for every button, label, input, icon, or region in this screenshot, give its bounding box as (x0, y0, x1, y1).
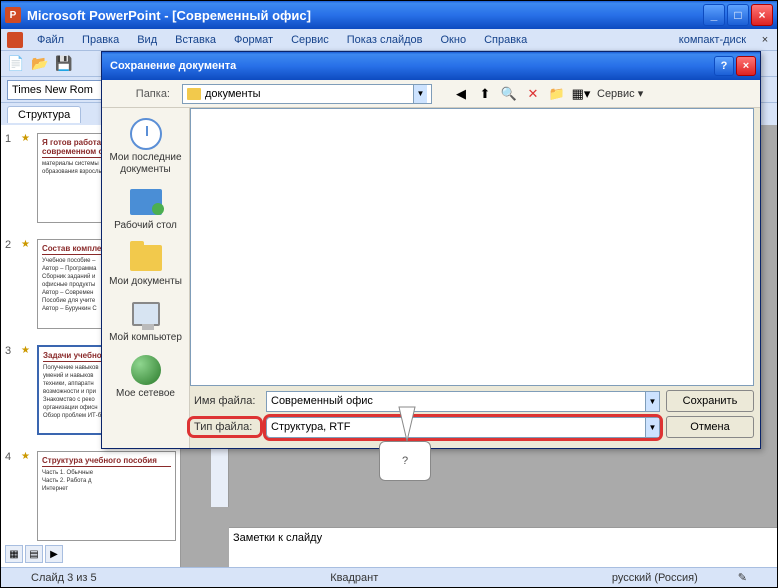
places-bar: Мои последние документы Рабочий стол Мои… (102, 108, 190, 448)
menu-bar: Файл Правка Вид Вставка Формат Сервис По… (1, 29, 777, 51)
document-icon (7, 32, 23, 48)
desktop-icon (130, 189, 162, 215)
cancel-button[interactable]: Отмена (666, 416, 754, 438)
menu-tools[interactable]: Сервис (283, 32, 337, 48)
normal-view-icon[interactable]: ▦ (5, 545, 23, 563)
app-title: Microsoft PowerPoint - [Современный офис… (27, 8, 703, 23)
folder-selector[interactable]: документы ▼ (182, 84, 432, 104)
dialog-toolbar: Папка: документы ▼ ◀ ⬆ 🔍 ✕ 📁 ▦▾ Сервис ▾ (102, 80, 760, 108)
dialog-help-button[interactable]: ? (714, 56, 734, 76)
animation-icon: ★ (21, 239, 33, 250)
menu-help[interactable]: Справка (476, 32, 535, 48)
back-icon[interactable]: ◀ (452, 85, 470, 103)
dropdown-icon[interactable]: ▼ (645, 418, 659, 437)
delete-icon[interactable]: ✕ (524, 85, 542, 103)
menu-slideshow[interactable]: Показ слайдов (339, 32, 431, 48)
save-button[interactable]: Сохранить (666, 390, 754, 412)
file-list[interactable] (190, 108, 754, 386)
dialog-close-button[interactable]: × (736, 56, 756, 76)
notes-placeholder: Заметки к слайду (233, 532, 322, 544)
service-menu[interactable]: Сервис ▾ (596, 87, 643, 100)
status-layout: Квадрант (310, 572, 398, 584)
save-dialog: Сохранение документа ? × Папка: документ… (101, 51, 761, 449)
status-slide: Слайд 3 из 5 (11, 572, 117, 584)
dropdown-icon[interactable]: ▼ (645, 392, 659, 411)
font-name: Times New Rom (12, 84, 93, 96)
menu-format[interactable]: Формат (226, 32, 281, 48)
mycomputer-icon (132, 302, 160, 326)
filetype-input[interactable]: Структура, RTF ▼ (266, 417, 660, 438)
animation-icon: ★ (21, 451, 33, 462)
place-recent[interactable]: Мои последние документы (106, 114, 186, 180)
status-bar: Слайд 3 из 5 Квадрант русский (Россия) ✎ (1, 567, 777, 587)
animation-icon: ★ (21, 133, 33, 144)
folder-value: документы (205, 88, 261, 100)
callout-box: ? (379, 441, 431, 481)
tab-outline[interactable]: Структура (7, 106, 81, 123)
annotation-callout: ? (379, 441, 431, 481)
filename-value: Современный офис (271, 395, 373, 407)
notes-pane[interactable]: Заметки к слайду (229, 527, 777, 567)
menu-window[interactable]: Окно (433, 32, 475, 48)
save-icon[interactable]: 💾 (55, 55, 73, 73)
newfolder-icon[interactable]: 📁 (548, 85, 566, 103)
slide-number: 1 (5, 133, 17, 145)
network-icon (131, 355, 161, 385)
place-mydocs[interactable]: Мои документы (106, 238, 186, 292)
mdi-close-button[interactable]: × (757, 32, 773, 48)
place-network[interactable]: Мое сетевое (106, 350, 186, 404)
view-switcher: ▦ ▤ ▶ (5, 545, 63, 563)
slide-number: 3 (5, 345, 17, 357)
new-icon[interactable]: 📄 (7, 55, 25, 73)
slide-number: 2 (5, 239, 17, 251)
menu-file[interactable]: Файл (29, 32, 72, 48)
slideshow-view-icon[interactable]: ▶ (45, 545, 63, 563)
app-icon: P (5, 7, 21, 23)
up-icon[interactable]: ⬆ (476, 85, 494, 103)
menu-edit[interactable]: Правка (74, 32, 127, 48)
folder-icon (187, 88, 201, 100)
search-icon[interactable]: 🔍 (500, 85, 518, 103)
callout-text: ? (402, 455, 408, 467)
open-icon[interactable]: 📂 (31, 55, 49, 73)
slide-thumbnail-4[interactable]: Структура учебного пособия Часть 1. Обыч… (37, 451, 176, 541)
slide-number: 4 (5, 451, 17, 463)
dialog-title: Сохранение документа (106, 60, 712, 72)
filetype-value: Структура, RTF (271, 421, 350, 433)
folder-label: Папка: (110, 88, 170, 100)
status-language[interactable]: русский (Россия) (592, 572, 718, 584)
menu-insert[interactable]: Вставка (167, 32, 224, 48)
maximize-button[interactable]: □ (727, 4, 749, 26)
recent-icon (130, 118, 162, 150)
app-titlebar: P Microsoft PowerPoint - [Современный оф… (1, 1, 777, 29)
views-icon[interactable]: ▦▾ (572, 85, 590, 103)
filetype-row-highlight: Тип файла: Структура, RTF ▼ Отмена (190, 416, 754, 438)
dialog-titlebar: Сохранение документа ? × (102, 52, 760, 80)
menu-view[interactable]: Вид (129, 32, 165, 48)
filetype-label: Тип файла: (190, 419, 260, 435)
close-button[interactable]: × (751, 4, 773, 26)
mydocs-icon (130, 245, 162, 271)
filename-input[interactable]: Современный офис ▼ (266, 391, 660, 412)
place-mycomputer[interactable]: Мой компьютер (106, 294, 186, 348)
place-desktop[interactable]: Рабочий стол (106, 182, 186, 236)
dropdown-icon[interactable]: ▼ (413, 85, 427, 103)
minimize-button[interactable]: _ (703, 4, 725, 26)
sorter-view-icon[interactable]: ▤ (25, 545, 43, 563)
filename-label: Имя файла: (190, 395, 260, 407)
animation-icon: ★ (21, 345, 33, 356)
status-spellcheck-icon[interactable]: ✎ (718, 571, 767, 584)
